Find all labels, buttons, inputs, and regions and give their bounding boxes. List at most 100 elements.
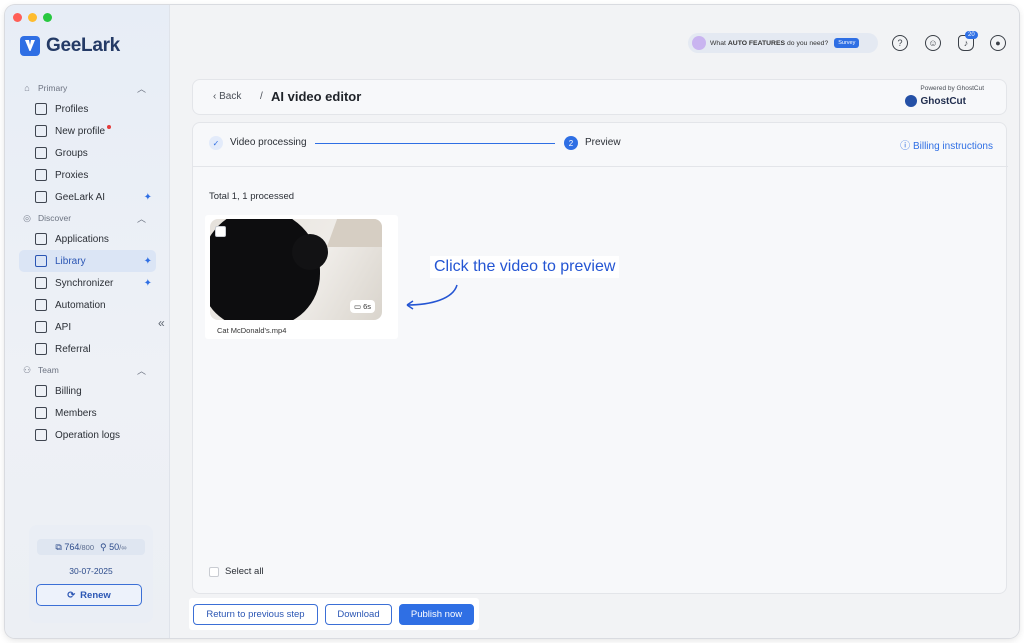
brand-badge-icon: ✦ [143,192,152,203]
video-thumbnail[interactable]: ▭ 6s [210,219,382,320]
section-title: Discover [38,213,72,223]
sidebar-item-profiles[interactable]: Profiles [5,98,170,120]
video-select-checkbox[interactable] [215,226,226,237]
sidebar-item-new-profile[interactable]: New profile [5,120,170,142]
sidebar-item-groups[interactable]: Groups [5,142,170,164]
refresh-icon: ⟳ [67,589,76,601]
maximize-window-button[interactable] [43,13,52,22]
info-icon: ⓘ [900,141,913,152]
sidebar-item-referral[interactable]: Referral [5,338,170,360]
action-bar: Return to previous step Download Publish… [189,598,479,630]
sidebar-item-geelark-ai[interactable]: GeeLark AI ✦ [5,186,170,208]
sidebar-item-api[interactable]: API [5,316,170,338]
sidebar-item-label: GeeLark AI [55,191,106,203]
sidebar-item-label: Proxies [55,169,89,181]
curved-arrow-icon [406,284,458,310]
back-label: Back [219,91,242,102]
sidebar-item-label: Billing [55,385,82,397]
brand-logo: GeeLark [20,35,120,57]
divider [193,166,1008,167]
section-header-discover[interactable]: ◎ Discover ︿ [5,208,170,228]
section-header-team[interactable]: ⚇ Team ︿ [5,360,170,380]
step-connector-line [315,143,555,144]
sidebar-item-billing[interactable]: Billing [5,380,170,402]
sidebar-item-automation[interactable]: Automation [5,294,170,316]
sidebar-item-members[interactable]: Members [5,402,170,424]
video-card[interactable]: ▭ 6s Cat McDonald's.mp4 [205,215,398,339]
help-icon[interactable]: ? [892,35,908,51]
step-number-badge: 2 [564,136,578,150]
main-area: What AUTO FEATURES do you need? Survey ?… [170,5,1019,638]
partner-name: GhostCut [920,95,966,107]
survey-button[interactable]: Survey [834,38,860,48]
sidebar-item-label: Profiles [55,103,89,115]
back-button[interactable]: ‹ Back [213,91,241,102]
chevron-up-icon: ︿ [136,366,146,376]
new-indicator-dot [107,125,112,129]
brand-name: GeeLark [46,35,120,56]
progress-stepper: ✓ Video processing 2 Preview ⓘ Billing i… [209,133,993,155]
team-icon: ⚇ [22,365,32,375]
gift-icon [35,343,47,355]
publish-now-button[interactable]: Publish now [399,604,474,625]
sidebar-item-label: Automation [55,299,106,311]
download-button[interactable]: Download [325,604,392,625]
sidebar-item-library[interactable]: Library ✦ [19,250,156,272]
user-icon: ⚲ [100,541,107,552]
renew-button[interactable]: ⟳ Renew [36,584,142,606]
sidebar-item-label: API [55,321,72,333]
step-preview: Preview [585,137,621,148]
nav-section-primary: ⌂ Primary ︿ Profiles New profile Groups … [5,78,170,208]
sidebar-item-label: Operation logs [55,429,121,441]
sidebar-item-synchronizer[interactable]: Synchronizer ✦ [5,272,170,294]
powered-by-text: Powered by GhostCut [920,85,984,92]
cat-image-ear [292,234,328,270]
sidebar-item-label: Library [55,255,86,267]
sidebar: GeeLark ⌂ Primary ︿ Profiles New profile… [5,5,170,638]
sync-icon [35,277,47,289]
sidebar-item-label: Groups [55,147,88,159]
billing-link-label: Billing instructions [912,141,993,152]
collapse-sidebar-icon[interactable]: « [158,316,165,330]
billing-instructions-link[interactable]: ⓘ Billing instructions [900,137,993,152]
sidebar-item-operation-logs[interactable]: Operation logs [5,424,170,446]
minimize-window-button[interactable] [28,13,37,22]
renew-label: Renew [80,589,111,601]
network-icon [35,169,47,181]
section-title: Primary [38,83,68,93]
survey-banner[interactable]: What AUTO FEATURES do you need? Survey [688,33,878,53]
processing-summary: Total 1, 1 processed [209,191,295,202]
profiles-max: /800 [79,542,95,552]
user-icon [35,407,47,419]
preview-hint-callout: Click the video to preview [430,256,620,278]
support-agent-icon[interactable]: ☺ [925,35,941,51]
select-all-control[interactable]: Select all [209,566,264,577]
chevron-up-icon: ︿ [136,84,146,94]
section-header-primary[interactable]: ⌂ Primary ︿ [5,78,170,98]
members-max: /∞ [119,542,127,552]
plan-expiry-date: 30-07-2025 [69,566,113,576]
members-count: 50 [109,541,120,552]
automation-icon [35,299,47,311]
ai-icon [35,191,47,203]
sidebar-item-proxies[interactable]: Proxies [5,164,170,186]
account-icon[interactable]: ● [990,35,1006,51]
return-previous-step-button[interactable]: Return to previous step [193,604,318,625]
step-video-processing: Video processing [230,137,307,148]
sidebar-item-label: Applications [55,233,109,245]
brand-badge-icon: ✦ [143,256,152,267]
select-all-checkbox[interactable] [209,566,219,577]
banner-prefix: What [710,39,726,47]
app-window: GeeLark ⌂ Primary ︿ Profiles New profile… [5,5,1019,638]
banner-highlight: AUTO FEATURES [727,39,786,47]
chevron-up-icon: ︿ [136,214,146,224]
chat-bubble-icon [692,36,706,50]
close-window-button[interactable] [13,13,22,22]
sidebar-item-applications[interactable]: Applications [5,228,170,250]
thumbnail-background [326,219,382,247]
api-icon [35,321,47,333]
video-camera-icon: ▭ [353,302,362,311]
notification-badge: 20 [965,31,978,39]
edit-icon [35,125,47,137]
apps-icon [35,233,47,245]
